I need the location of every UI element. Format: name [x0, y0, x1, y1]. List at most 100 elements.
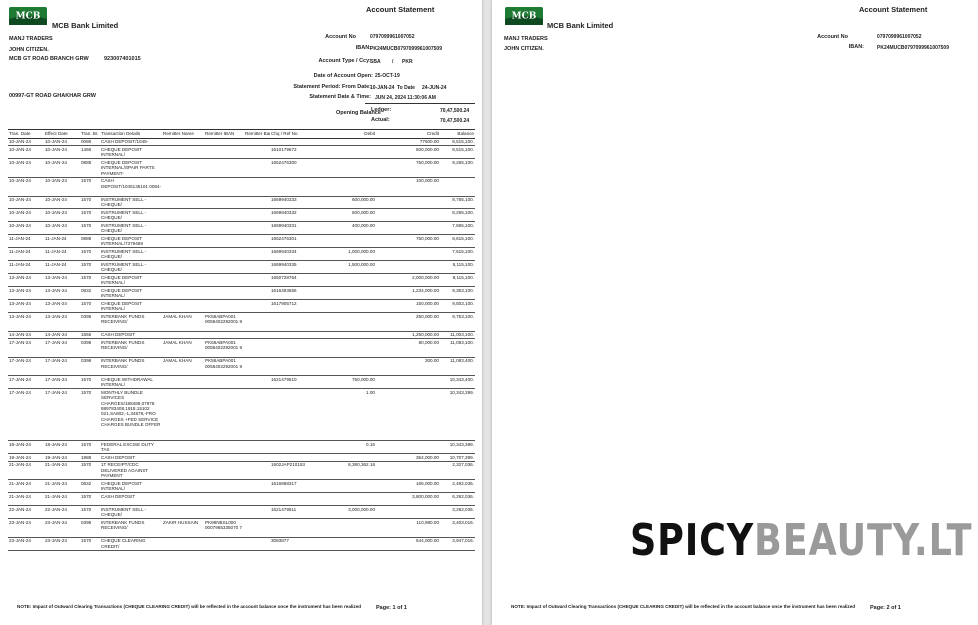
remitter-iban-cell — [204, 286, 244, 301]
table-row: 17-JAN-24 17-JAN-24 1570 CHEQUE WITHDRAWAL … — [8, 375, 475, 390]
balance-cell: 9,353,100. — [440, 286, 475, 301]
remitter-iban-cell — [204, 221, 244, 236]
column-header: Transaction Details — [100, 129, 162, 139]
effect-date-cell: 13-JAN-24 — [44, 312, 80, 332]
credit-cell — [376, 440, 440, 455]
balance-cell: 9,265,100. — [440, 158, 475, 178]
table-row: 23-JAN-24 23-JAN-24 1570 CHEQUE CLEARING CR… — [8, 537, 475, 551]
remitter-name-cell — [162, 299, 204, 314]
remitter-iban-cell — [204, 145, 244, 160]
effect-date-cell: 10-JAN-24 — [44, 145, 80, 160]
tran-date-cell: 17-JAN-24 — [8, 388, 44, 442]
tran-branch-cell: 0888 — [80, 234, 100, 249]
remitter-iban-cell: PK58ABPA001 0058402292001 9 — [204, 357, 244, 377]
effect-date-cell: 10-JAN-24 — [44, 221, 80, 236]
remitter-bank-cell — [244, 145, 270, 160]
remitter-bank-cell — [244, 177, 270, 197]
remitter-name-cell — [162, 196, 204, 210]
credit-cell: 77600.00 — [376, 138, 440, 147]
ref-no-cell: 1669940332 — [270, 208, 328, 223]
ref-no-cell: 1617905712 — [270, 299, 328, 314]
balance-cell: 8,515,100. — [440, 138, 475, 147]
credit-cell — [376, 461, 440, 481]
page-number-2: Page: 2 of 1 — [870, 605, 901, 611]
remitter-bank-cell — [244, 260, 270, 275]
remitter-name-cell: JAMAL KHAN — [162, 312, 204, 332]
table-row: 10-JAN-24 10-JAN-24 0888 CHEQUE DEPOSIT INT… — [8, 158, 475, 178]
effect-date-cell: 18-JAN-24 — [44, 440, 80, 455]
remitter-bank-cell — [244, 273, 270, 288]
table-row: 17-JAN-24 17-JAN-24 0398 INTERBANK FUNDS RE… — [8, 338, 475, 358]
remitter-bank-cell — [244, 518, 270, 538]
remitter-bank-cell — [244, 138, 270, 147]
remitter-bank-cell — [244, 461, 270, 481]
remitter-name-cell: JAMAL KHAN — [162, 357, 204, 377]
tran-date-cell: 10-JAN-24 — [8, 208, 44, 223]
credit-cell: 150,000.00 — [376, 299, 440, 314]
remitter-name-cell — [162, 375, 204, 390]
balance-cell: 9,503,100. — [440, 299, 475, 314]
table-row: 21-JAN-24 21-JAN-24 0832 CHEQUE DEPOSIT INT… — [8, 479, 475, 494]
remitter-iban-cell — [204, 331, 244, 340]
remitter-name-cell — [162, 177, 204, 197]
details-cell: INTERBANK FUNDS RECEIVING/ — [100, 518, 162, 538]
tran-branch-cell: 0398 — [80, 338, 100, 358]
effect-date-cell: 14-JAN-24 — [44, 331, 80, 340]
details-cell: CASH DEPOSIT/1045- — [100, 138, 162, 147]
period-to: 24-JUN-24 — [422, 85, 447, 91]
remitter-name-cell — [162, 461, 204, 481]
table-row: 23-JAN-24 23-JAN-24 0398 INTERBANK FUNDS RE… — [8, 518, 475, 538]
tran-branch-cell: 1570 — [80, 273, 100, 288]
clearing-note: NOTE: Impact of Outward Clearing Transac… — [511, 604, 856, 609]
tran-date-cell: 23-JAN-24 — [8, 537, 44, 551]
tran-date-cell: 21-JAN-24 — [8, 461, 44, 481]
watermark-logo: SPICYBEAUTY.LT — [630, 519, 972, 563]
effect-date-cell: 11-JAN-24 — [44, 247, 80, 262]
statement-datetime: JUN 24, 2024 11:30:06 AM — [375, 95, 436, 101]
debit-cell: 750,000.00 — [328, 375, 376, 390]
balance-cell: 10,343,399. — [440, 388, 475, 442]
ref-no-cell — [270, 138, 328, 147]
column-header: Chq / Ref No — [270, 129, 328, 139]
tran-branch-cell: 1570 — [80, 177, 100, 197]
column-header: Remitter Bank — [244, 129, 270, 139]
debit-cell: 600,000.00 — [328, 196, 376, 210]
page-number-1: Page: 1 of 1 — [376, 605, 407, 611]
balance-cell: 10,343,400. — [440, 375, 475, 390]
ref-no-cell: 1669940331 — [270, 221, 328, 236]
table-row: 10-JAN-24 10-JAN-24 0086 CASH DEPOSIT/1045-… — [8, 138, 475, 147]
ref-no-cell — [270, 331, 328, 340]
table-row: 13-JAN-24 13-JAN-24 1570 CHEQUE DEPOSIT INT… — [8, 299, 475, 314]
effect-date-cell: 10-JAN-24 — [44, 196, 80, 210]
remitter-bank-cell — [244, 338, 270, 358]
ref-no-cell: 1621479510 — [270, 375, 328, 390]
open-date-label: Date of Account Open: — [313, 73, 373, 79]
ref-no-cell: 1610179672 — [270, 145, 328, 160]
table-row: 10-JAN-24 10-JAN-24 1570 INSTRUMENT SELL - … — [8, 221, 475, 236]
debit-cell — [328, 158, 376, 178]
tran-branch-cell: 1570 — [80, 461, 100, 481]
header-divider — [365, 103, 475, 104]
watermark-part-1: SPICY — [630, 515, 755, 566]
details-cell: INTERBANK FUNDS RECEIVING/ — [100, 338, 162, 358]
details-cell: CASH DEPOSIT — [100, 331, 162, 340]
credit-cell: 250,000.00 — [376, 312, 440, 332]
balance-cell: 8,515,100. — [440, 145, 475, 160]
remitter-iban-cell — [204, 388, 244, 442]
remitter-iban-cell — [204, 208, 244, 223]
remitter-name-cell — [162, 273, 204, 288]
tran-branch-cell: 1570 — [80, 221, 100, 236]
remitter-iban-cell: PK98NBSL000 0007965335070 7 — [204, 518, 244, 538]
table-row: 21-JAN-24 21-JAN-24 1570 1T RECEIPT/CDC DEL… — [8, 461, 475, 481]
ref-no-cell: 1669940333 — [270, 196, 328, 210]
remitter-name-cell — [162, 247, 204, 262]
details-cell: INTERBANK FUNDS RECEIVING/ — [100, 312, 162, 332]
table-row: 13-JAN-24 13-JAN-24 0832 CHEQUE DEPOSIT INT… — [8, 286, 475, 301]
column-header: Remitter Name — [162, 129, 204, 139]
details-cell: CHEQUE DEPOSIT INTERNAL/ — [100, 479, 162, 494]
remitter-bank-cell — [244, 479, 270, 494]
debit-cell: 3,000,000.00 — [328, 505, 376, 520]
tran-branch-cell: 1570 — [80, 375, 100, 390]
column-header: Balance — [440, 129, 475, 139]
effect-date-cell: 10-JAN-24 — [44, 158, 80, 178]
